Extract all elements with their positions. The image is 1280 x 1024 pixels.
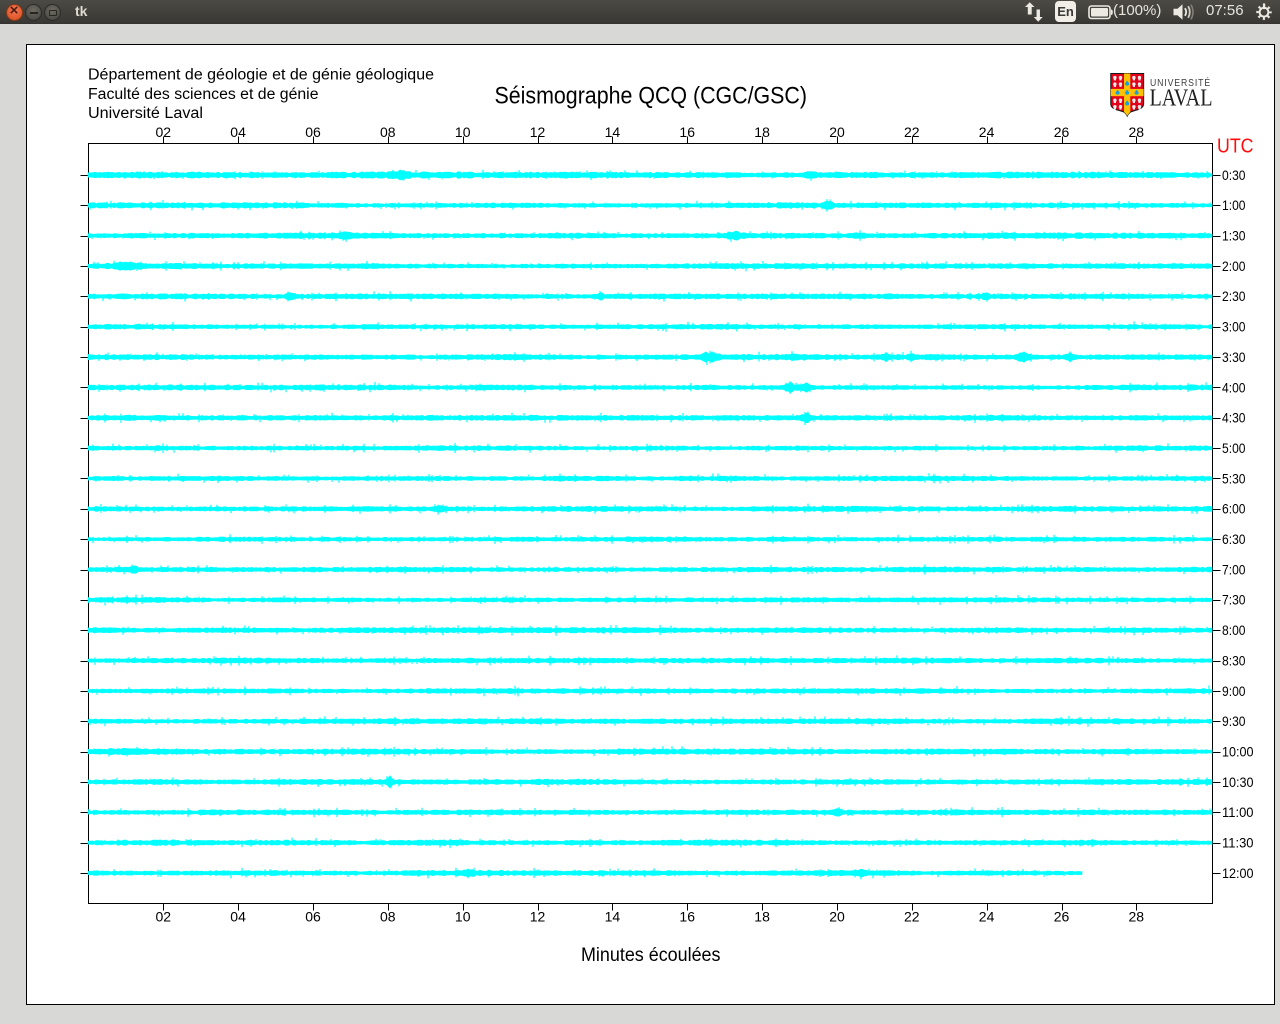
svg-text:26: 26 <box>1054 124 1070 140</box>
svg-text:0:30: 0:30 <box>1222 167 1246 183</box>
svg-text:1:30: 1:30 <box>1222 228 1246 244</box>
svg-text:5:00: 5:00 <box>1222 440 1246 456</box>
svg-text:20: 20 <box>829 908 845 924</box>
svg-text:18: 18 <box>754 124 770 140</box>
svg-text:06: 06 <box>305 124 321 140</box>
svg-text:5:30: 5:30 <box>1222 470 1246 486</box>
svg-text:10: 10 <box>455 124 471 140</box>
svg-text:1:00: 1:00 <box>1222 197 1246 213</box>
svg-text:10: 10 <box>455 908 471 924</box>
svg-text:9:30: 9:30 <box>1222 713 1246 729</box>
svg-text:Séismographe QCQ (CGC/GSC): Séismographe QCQ (CGC/GSC) <box>495 82 808 109</box>
svg-text:6:30: 6:30 <box>1222 531 1246 547</box>
svg-text:08: 08 <box>380 124 396 140</box>
svg-text:20: 20 <box>829 124 845 140</box>
svg-text:18: 18 <box>754 908 770 924</box>
svg-text:14: 14 <box>605 124 621 140</box>
svg-text:4:30: 4:30 <box>1222 410 1246 426</box>
svg-text:08: 08 <box>380 908 396 924</box>
svg-text:22: 22 <box>904 124 920 140</box>
svg-text:2:30: 2:30 <box>1222 288 1246 304</box>
svg-text:04: 04 <box>230 908 246 924</box>
svg-text:Université Laval: Université Laval <box>88 105 203 122</box>
svg-text:28: 28 <box>1129 908 1145 924</box>
svg-text:4:00: 4:00 <box>1222 379 1246 395</box>
svg-text:Faculté des sciences et de gén: Faculté des sciences et de génie <box>88 86 319 103</box>
svg-text:10:00: 10:00 <box>1222 743 1254 759</box>
svg-text:11:30: 11:30 <box>1222 835 1254 851</box>
svg-text:12:00: 12:00 <box>1222 865 1254 881</box>
svg-text:24: 24 <box>979 124 995 140</box>
svg-text:Département de géologie et de: Département de géologie et de génie géol… <box>88 66 434 83</box>
svg-text:16: 16 <box>679 908 695 924</box>
svg-text:3:30: 3:30 <box>1222 349 1246 365</box>
svg-text:16: 16 <box>679 124 695 140</box>
svg-text:7:30: 7:30 <box>1222 592 1246 608</box>
svg-text:28: 28 <box>1129 124 1145 140</box>
svg-text:24: 24 <box>979 908 995 924</box>
svg-text:02: 02 <box>156 124 172 140</box>
svg-text:7:00: 7:00 <box>1222 561 1246 577</box>
svg-text:06: 06 <box>305 908 321 924</box>
svg-text:10:30: 10:30 <box>1222 774 1254 790</box>
svg-text:12: 12 <box>530 124 546 140</box>
svg-text:14: 14 <box>605 908 621 924</box>
svg-text:3:00: 3:00 <box>1222 319 1246 335</box>
svg-text:6:00: 6:00 <box>1222 501 1246 517</box>
svg-text:04: 04 <box>230 124 246 140</box>
svg-text:22: 22 <box>904 908 920 924</box>
svg-text:Minutes écoulées: Minutes écoulées <box>581 945 721 966</box>
svg-text:8:00: 8:00 <box>1222 622 1246 638</box>
svg-text:26: 26 <box>1054 908 1070 924</box>
svg-text:12: 12 <box>530 908 546 924</box>
svg-text:9:00: 9:00 <box>1222 683 1246 699</box>
svg-text:11:00: 11:00 <box>1222 804 1254 820</box>
svg-text:2:00: 2:00 <box>1222 258 1246 274</box>
svg-text:LAVAL: LAVAL <box>1150 86 1213 112</box>
svg-text:8:30: 8:30 <box>1222 652 1246 668</box>
svg-text:UTC: UTC <box>1217 136 1254 158</box>
svg-text:02: 02 <box>156 908 172 924</box>
